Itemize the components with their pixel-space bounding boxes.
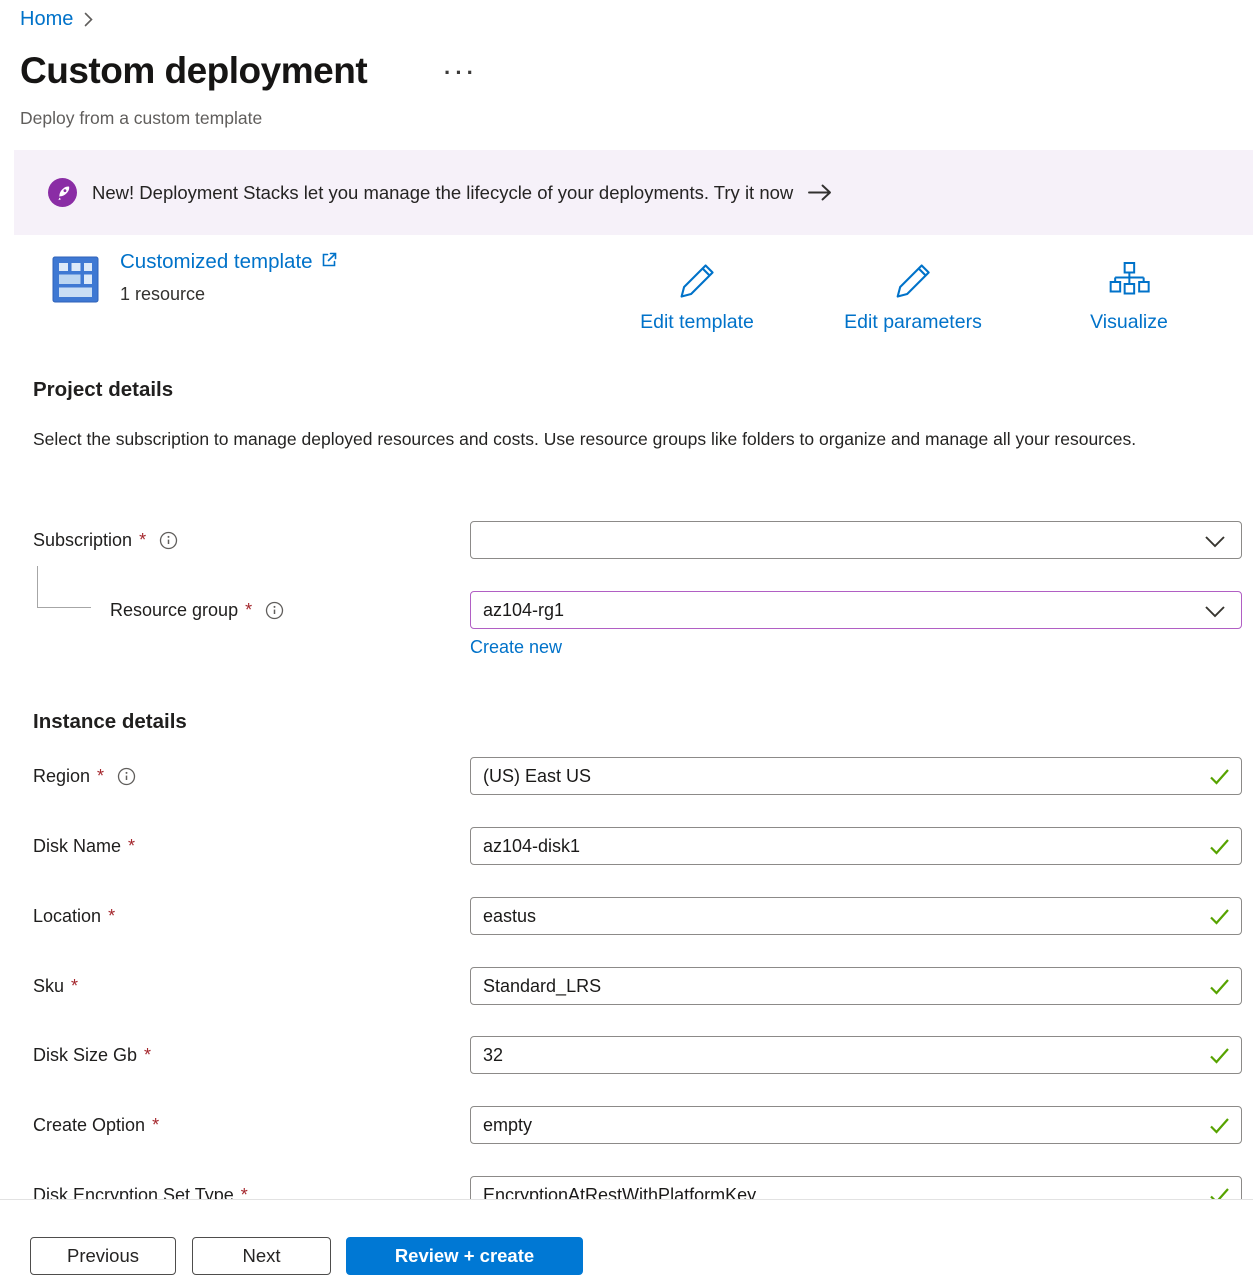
create-option-label: Create Option *	[33, 1115, 159, 1136]
valid-check-icon	[1209, 768, 1230, 790]
visualize-button[interactable]: Visualize	[1090, 260, 1168, 334]
page-subtitle: Deploy from a custom template	[20, 108, 262, 129]
org-chart-icon	[1108, 260, 1150, 307]
required-asterisk: *	[245, 600, 252, 621]
next-button[interactable]: Next	[192, 1237, 331, 1275]
chevron-right-icon	[83, 11, 94, 28]
required-asterisk: *	[97, 766, 104, 787]
info-icon[interactable]	[117, 767, 136, 786]
subscription-select[interactable]	[470, 521, 1242, 559]
breadcrumb-home-link[interactable]: Home	[20, 8, 73, 31]
page-title: Custom deployment	[20, 50, 367, 92]
edit-parameters-label: Edit parameters	[844, 311, 982, 334]
disk-name-input[interactable]	[470, 827, 1242, 865]
required-asterisk: *	[152, 1115, 159, 1136]
region-label: Region *	[33, 766, 136, 787]
sku-input[interactable]	[470, 967, 1242, 1005]
previous-button[interactable]: Previous	[30, 1237, 176, 1275]
valid-check-icon	[1209, 1047, 1230, 1069]
disk-name-label: Disk Name *	[33, 836, 135, 857]
sku-label: Sku *	[33, 976, 78, 997]
edit-parameters-button[interactable]: Edit parameters	[844, 260, 982, 334]
resource-group-select[interactable]: az104-rg1	[470, 591, 1242, 629]
edit-template-button[interactable]: Edit template	[640, 260, 754, 334]
required-asterisk: *	[108, 906, 115, 927]
banner-message[interactable]: New! Deployment Stacks let you manage th…	[92, 182, 793, 204]
subscription-label: Subscription *	[33, 530, 178, 551]
resource-group-value: az104-rg1	[483, 600, 564, 621]
connector-line	[37, 566, 38, 608]
required-asterisk: *	[128, 836, 135, 857]
valid-check-icon	[1209, 838, 1230, 860]
visualize-label: Visualize	[1090, 311, 1168, 334]
chevron-down-icon	[1204, 605, 1226, 623]
info-icon[interactable]	[159, 531, 178, 550]
resource-count: 1 resource	[120, 284, 205, 305]
edit-template-label: Edit template	[640, 311, 754, 334]
pencil-icon	[892, 260, 934, 307]
info-icon[interactable]	[265, 601, 284, 620]
valid-check-icon	[1209, 1117, 1230, 1139]
customized-template-link[interactable]: Customized template	[120, 250, 313, 274]
breadcrumb: Home	[20, 8, 94, 31]
valid-check-icon	[1209, 978, 1230, 1000]
resource-group-label: Resource group *	[110, 600, 284, 621]
location-label: Location *	[33, 906, 115, 927]
required-asterisk: *	[144, 1045, 151, 1066]
create-option-input[interactable]	[470, 1106, 1242, 1144]
external-link-icon	[320, 251, 338, 274]
project-details-heading: Project details	[33, 378, 173, 402]
required-asterisk: *	[139, 530, 146, 551]
location-input[interactable]	[470, 897, 1242, 935]
template-icon	[52, 256, 99, 308]
required-asterisk: *	[71, 976, 78, 997]
chevron-down-icon	[1204, 535, 1226, 553]
disk-size-label: Disk Size Gb *	[33, 1045, 151, 1066]
wizard-footer: Previous Next Review + create	[0, 1199, 1253, 1280]
project-details-description: Select the subscription to manage deploy…	[33, 424, 1183, 455]
region-input[interactable]	[470, 757, 1242, 795]
create-new-link[interactable]: Create new	[470, 637, 562, 658]
connector-line	[37, 607, 91, 608]
pencil-icon	[676, 260, 718, 307]
disk-size-input[interactable]	[470, 1036, 1242, 1074]
review-create-button[interactable]: Review + create	[346, 1237, 583, 1275]
arrow-right-icon	[807, 183, 834, 202]
more-options-icon[interactable]: ···	[444, 60, 478, 86]
deployment-stacks-banner[interactable]: New! Deployment Stacks let you manage th…	[14, 150, 1253, 235]
valid-check-icon	[1209, 908, 1230, 930]
instance-details-heading: Instance details	[33, 710, 187, 734]
custom-deployment-page: Home Custom deployment ··· Deploy from a…	[0, 0, 1253, 1280]
rocket-icon	[48, 178, 77, 207]
